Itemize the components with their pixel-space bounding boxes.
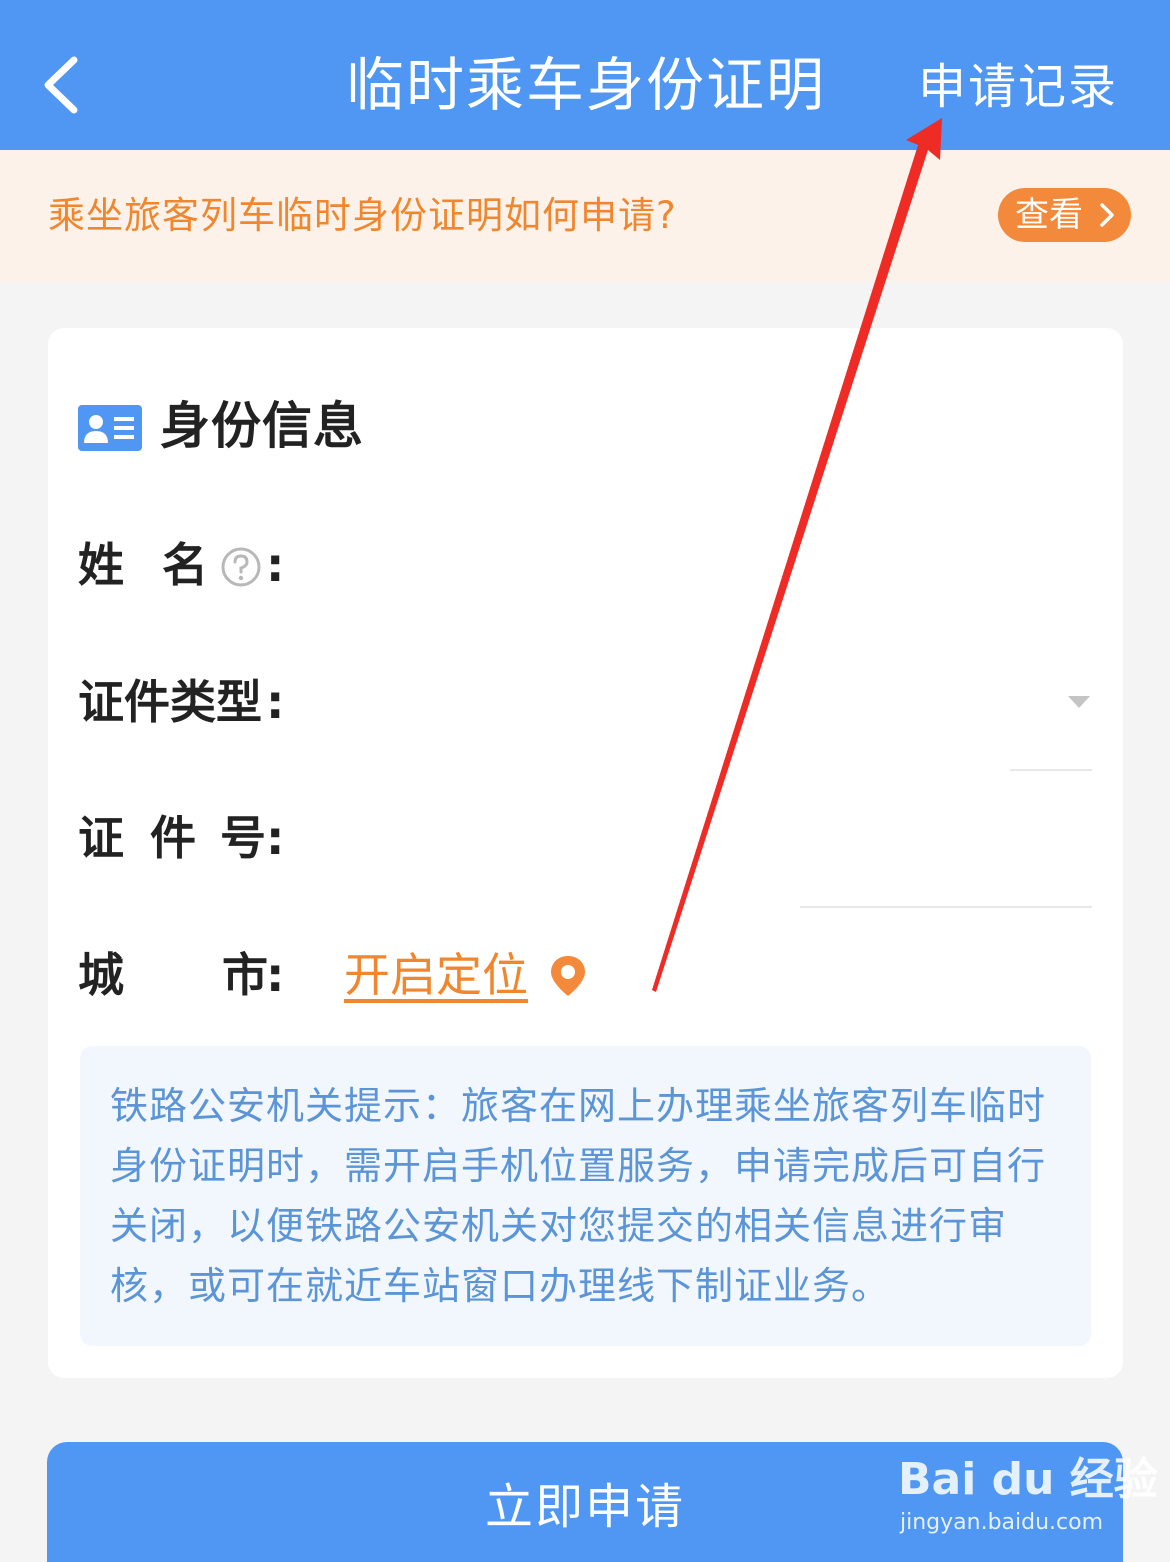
title-bar: 临时乘车身份证明 申请记录 [0,0,1170,150]
name-label-1: 姓 [78,538,124,592]
id-type-label: 证件类型 [78,675,262,729]
name-colon: : [266,538,285,592]
name-label-2: 名 [162,538,208,592]
view-button-label: 查看 [1015,195,1083,235]
id-no-label-2: 件 [150,811,196,865]
watermark-logo: Bai du 经验 [898,1454,1158,1505]
id-type-underline [1010,769,1092,771]
enable-location-link[interactable]: 开启定位 [344,945,528,1005]
id-card-icon [78,405,142,451]
id-no-label-3: 号 [220,811,266,865]
watermark-url: jingyan.baidu.com [900,1510,1104,1535]
notice-text: 乘坐旅客列车临时身份证明如何申请? [48,194,677,237]
id-number-input[interactable] [345,802,1090,872]
location-pin-icon[interactable] [548,954,588,1000]
city-colon: : [266,948,285,1002]
id-no-colon: : [266,811,285,865]
section-title: 身份信息 [160,397,364,455]
tip-box: 铁路公安机关提示：旅客在网上办理乘坐旅客列车临时身份证明时，需开启手机位置服务，… [80,1046,1091,1346]
view-button[interactable]: 查看 [998,188,1131,242]
id-number-underline [800,906,1092,908]
city-label-2: 市 [222,948,268,1002]
name-input[interactable] [345,530,1090,600]
id-no-label-1: 证 [78,811,124,865]
application-record-button[interactable]: 申请记录 [918,52,1118,122]
city-label-1: 城 [78,948,124,1002]
chevron-down-icon[interactable] [1066,694,1092,710]
id-type-colon: : [266,675,285,729]
help-icon[interactable] [220,546,262,588]
id-type-select[interactable] [345,666,1090,736]
chevron-right-icon [1100,203,1114,227]
tip-text: 铁路公安机关提示：旅客在网上办理乘坐旅客列车临时身份证明时，需开启手机位置服务，… [110,1084,1047,1308]
notice-banner: 乘坐旅客列车临时身份证明如何申请? [0,150,1170,282]
